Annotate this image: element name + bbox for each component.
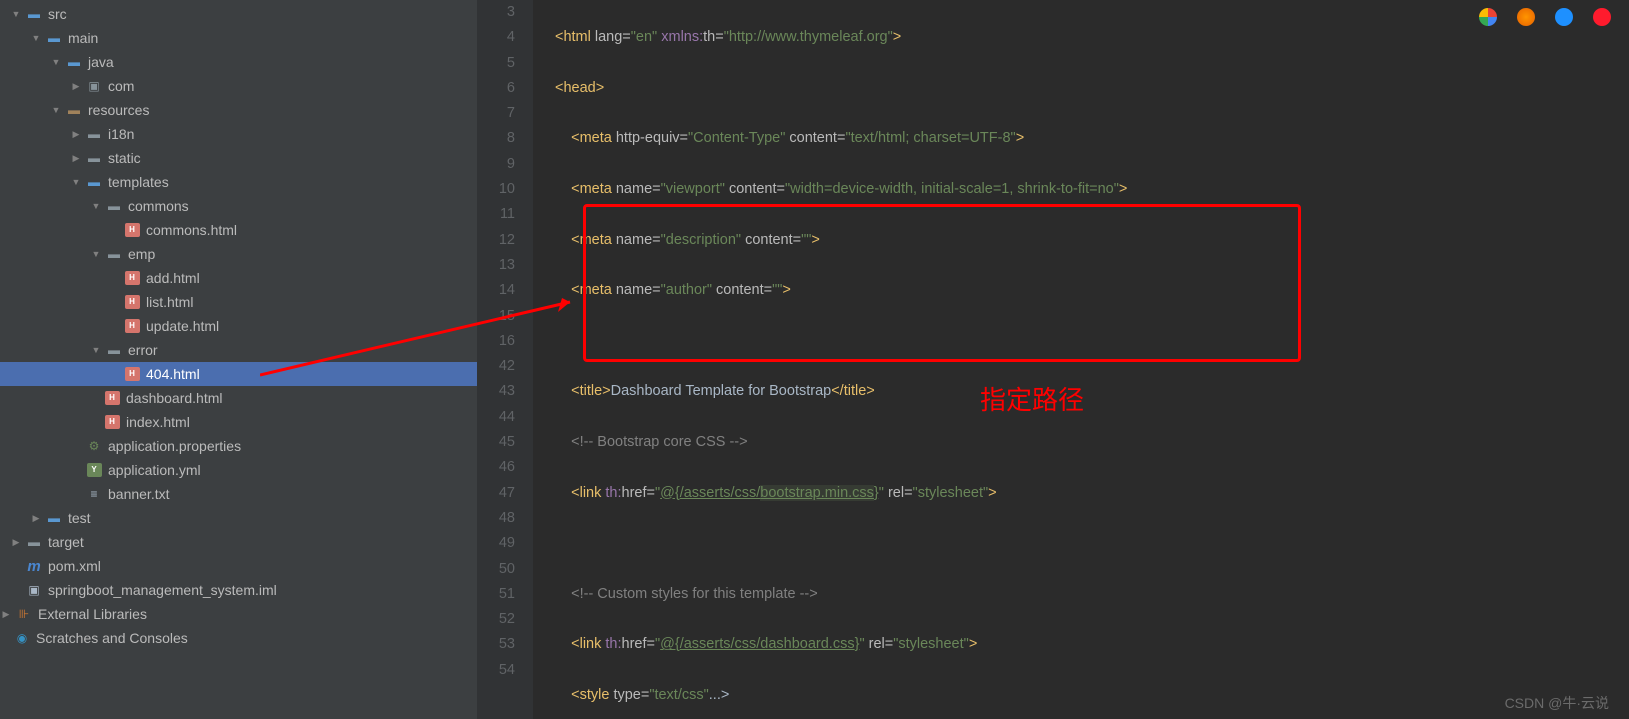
folder-icon: ▬ [46, 510, 62, 526]
chevron-right-icon: ▶ [0, 609, 12, 620]
scratches-icon: ◉ [14, 630, 30, 646]
html-file-icon: H [124, 366, 140, 382]
tree-folder-commons[interactable]: ▼▬commons [0, 194, 477, 218]
tree-folder-src[interactable]: ▼▬src [0, 2, 477, 26]
tree-folder-error[interactable]: ▼▬error [0, 338, 477, 362]
html-file-icon: H [124, 294, 140, 310]
project-tree[interactable]: ▼▬src ▼▬main ▼▬java ▶▣com ▼▬resources ▶▬… [0, 0, 477, 719]
text-file-icon: ≡ [86, 486, 102, 502]
line-gutter: 3456789101112131415164243444546474849505… [477, 0, 533, 719]
tree-file-add-html[interactable]: Hadd.html [0, 266, 477, 290]
iml-file-icon: ▣ [26, 582, 42, 598]
tree-file-dashboard-html[interactable]: Hdashboard.html [0, 386, 477, 410]
chevron-right-icon: ▶ [30, 513, 42, 524]
yml-file-icon: Y [86, 462, 102, 478]
code-editor[interactable]: 3456789101112131415164243444546474849505… [477, 0, 1629, 719]
chevron-down-icon: ▼ [30, 33, 42, 43]
chevron-down-icon: ▼ [70, 177, 82, 187]
tree-file-index-html[interactable]: Hindex.html [0, 410, 477, 434]
tree-folder-com[interactable]: ▶▣com [0, 74, 477, 98]
tree-folder-resources[interactable]: ▼▬resources [0, 98, 477, 122]
folder-icon: ▬ [66, 54, 82, 70]
html-file-icon: H [124, 222, 140, 238]
folder-icon: ▬ [26, 6, 42, 22]
tree-file-update-html[interactable]: Hupdate.html [0, 314, 477, 338]
maven-file-icon: m [26, 558, 42, 574]
firefox-icon[interactable] [1517, 8, 1535, 26]
resources-icon: ▬ [66, 102, 82, 118]
tree-file-banner-txt[interactable]: ≡banner.txt [0, 482, 477, 506]
html-file-icon: H [104, 390, 120, 406]
tree-folder-static[interactable]: ▶▬static [0, 146, 477, 170]
watermark: CSDN @牛·云说 [1505, 693, 1609, 713]
tree-file-list-html[interactable]: Hlist.html [0, 290, 477, 314]
tree-folder-test[interactable]: ▶▬test [0, 506, 477, 530]
folder-icon: ▬ [86, 150, 102, 166]
libraries-icon: ⊪ [16, 606, 32, 622]
tree-file-commons-html[interactable]: Hcommons.html [0, 218, 477, 242]
properties-file-icon: ⚙ [86, 438, 102, 454]
folder-icon: ▬ [106, 198, 122, 214]
tree-folder-java[interactable]: ▼▬java [0, 50, 477, 74]
folder-icon: ▬ [86, 174, 102, 190]
folder-icon: ▬ [106, 246, 122, 262]
tree-file-iml[interactable]: ▣springboot_management_system.iml [0, 578, 477, 602]
tree-folder-emp[interactable]: ▼▬emp [0, 242, 477, 266]
chevron-right-icon: ▶ [10, 537, 22, 548]
tree-file-pom[interactable]: mpom.xml [0, 554, 477, 578]
html-file-icon: H [124, 270, 140, 286]
chevron-down-icon: ▼ [90, 201, 102, 211]
tree-folder-target[interactable]: ▶▬target [0, 530, 477, 554]
tree-folder-i18n[interactable]: ▶▬i18n [0, 122, 477, 146]
package-icon: ▣ [86, 78, 102, 94]
chevron-right-icon: ▶ [70, 81, 82, 92]
chevron-down-icon: ▼ [50, 57, 62, 67]
tree-file-app-yml[interactable]: Yapplication.yml [0, 458, 477, 482]
browser-icons [1479, 8, 1611, 26]
chevron-right-icon: ▶ [70, 129, 82, 140]
chevron-right-icon: ▶ [70, 153, 82, 164]
chevron-down-icon: ▼ [10, 9, 22, 19]
chevron-down-icon: ▼ [90, 345, 102, 355]
folder-icon: ▬ [106, 342, 122, 358]
safari-icon[interactable] [1555, 8, 1573, 26]
chevron-down-icon: ▼ [90, 249, 102, 259]
code-content[interactable]: <html lang="en" xmlns:th="http://www.thy… [533, 0, 1629, 719]
chrome-icon[interactable] [1479, 8, 1497, 26]
opera-icon[interactable] [1593, 8, 1611, 26]
tree-external-libraries[interactable]: ▶⊪External Libraries [0, 602, 477, 626]
tree-scratches[interactable]: ◉Scratches and Consoles [0, 626, 477, 650]
folder-icon: ▬ [46, 30, 62, 46]
folder-icon: ▬ [26, 534, 42, 550]
tree-folder-main[interactable]: ▼▬main [0, 26, 477, 50]
html-file-icon: H [124, 318, 140, 334]
tree-folder-templates[interactable]: ▼▬templates [0, 170, 477, 194]
tree-file-app-properties[interactable]: ⚙application.properties [0, 434, 477, 458]
tree-file-404-html[interactable]: H404.html [0, 362, 477, 386]
folder-icon: ▬ [86, 126, 102, 142]
html-file-icon: H [104, 414, 120, 430]
chevron-down-icon: ▼ [50, 105, 62, 115]
